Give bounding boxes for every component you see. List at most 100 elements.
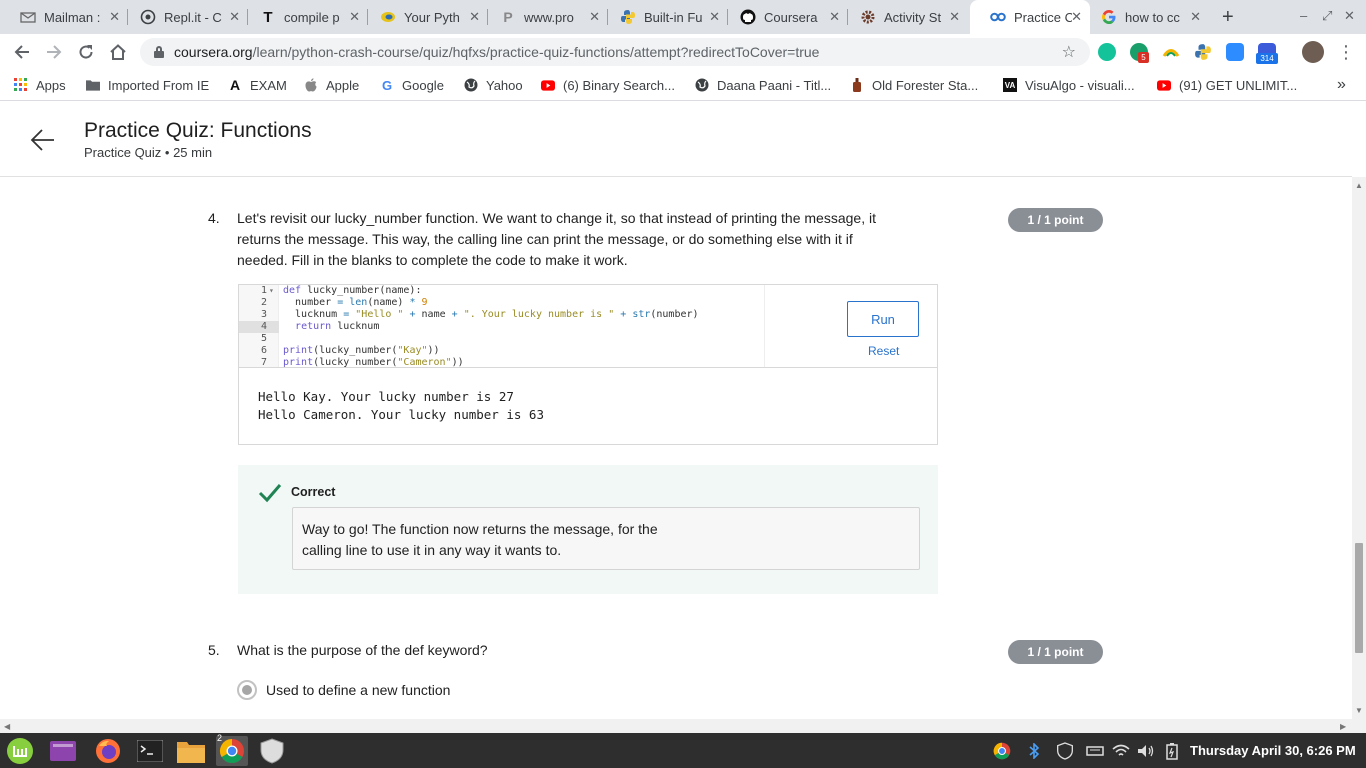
bookmark-imported-from-ie[interactable]: Imported From IE	[86, 76, 209, 94]
apple-icon	[304, 78, 318, 92]
back-arrow-icon[interactable]	[30, 127, 56, 153]
tab-coursera-github[interactable]: Coursera ✕	[720, 0, 848, 34]
gear-icon	[860, 9, 876, 25]
clock[interactable]: Thursday April 30, 6:26 PM	[1190, 743, 1356, 758]
folder-icon	[86, 78, 100, 92]
browser-toolbar: coursera.org/learn/python-crash-course/q…	[0, 34, 1366, 70]
restore-button[interactable]: ⤢	[1322, 8, 1332, 24]
bookmark-get-unlimited[interactable]: (91) GET UNLIMIT...	[1157, 76, 1297, 94]
scroll-left-arrow-icon: ◀	[4, 722, 11, 731]
bookmark-exam[interactable]: A EXAM	[228, 76, 287, 94]
tab-replit[interactable]: Repl.it - C ✕	[120, 0, 248, 34]
tab-built-in-functions[interactable]: Built-in Fu ✕	[600, 0, 728, 34]
minimize-button[interactable]: –	[1300, 8, 1307, 23]
apps-grid-icon	[14, 78, 28, 92]
reset-link[interactable]: Reset	[868, 344, 899, 358]
globe-icon	[464, 78, 478, 92]
close-icon[interactable]: ✕	[589, 9, 600, 25]
bookmark-label: Apple	[326, 77, 360, 93]
close-icon[interactable]: ✕	[229, 9, 240, 25]
calendar-extension-icon[interactable]: 314	[1256, 43, 1278, 64]
bookmark-label: VisuAlgo - visuali...	[1025, 77, 1135, 93]
python-ball-icon	[380, 9, 396, 25]
url-host: coursera.org	[174, 44, 253, 60]
tab-compile[interactable]: T compile p ✕	[240, 0, 368, 34]
radio-selected-dot	[242, 685, 252, 695]
google-icon: G	[381, 77, 393, 93]
new-tab-button[interactable]: +	[1222, 6, 1234, 29]
google-icon	[1101, 9, 1117, 25]
home-button[interactable]	[106, 40, 130, 64]
tab-www-pro[interactable]: P www.pro ✕	[480, 0, 608, 34]
coursera-page: Practice Quiz: Functions Practice Quiz •…	[0, 101, 1366, 719]
forward-button[interactable]	[42, 40, 66, 64]
python-extension-icon[interactable]	[1194, 43, 1212, 61]
feedback-line: calling line to use it in any way it wan…	[302, 542, 562, 558]
grammarly-icon[interactable]	[1098, 43, 1116, 61]
tab-mailman[interactable]: Mailman : ✕	[0, 0, 128, 34]
answer-option-label: Used to define a new function	[266, 682, 451, 698]
points-badge: 1 / 1 point	[1008, 640, 1103, 664]
chrome-tray-icon[interactable]	[993, 742, 1011, 760]
tab-how-to[interactable]: how to cc ✕	[1081, 0, 1209, 34]
bookmarks-overflow-button[interactable]: »	[1337, 76, 1346, 94]
network-icon[interactable]	[1086, 742, 1104, 760]
close-icon[interactable]: ✕	[949, 9, 960, 25]
tab-label: Repl.it - C	[164, 9, 222, 25]
zoom-extension-icon[interactable]	[1226, 43, 1244, 61]
close-icon[interactable]: ✕	[109, 9, 120, 25]
terminal-icon[interactable]	[135, 736, 165, 766]
close-icon[interactable]: ✕	[709, 9, 720, 25]
bookmark-apple[interactable]: Apple	[304, 76, 359, 94]
youtube-icon	[541, 78, 555, 92]
back-button[interactable]	[10, 40, 34, 64]
avatar[interactable]	[1302, 41, 1324, 63]
bookmark-label: Old Forester Sta...	[872, 77, 979, 93]
update-shield-icon[interactable]	[1056, 742, 1074, 760]
mint-menu-icon[interactable]	[5, 736, 35, 766]
bookmark-apps[interactable]: Apps	[14, 76, 66, 94]
scrollbar-thumb[interactable]	[1355, 543, 1363, 653]
lock-icon[interactable]	[154, 46, 164, 58]
tab-activity[interactable]: Activity St ✕	[840, 0, 968, 34]
bookmark-daana-paani[interactable]: Daana Paani - Titl...	[695, 76, 831, 94]
question-number: 5.	[208, 642, 220, 658]
firefox-icon[interactable]	[93, 736, 123, 766]
tab-your-python[interactable]: Your Pyth ✕	[360, 0, 488, 34]
bluetooth-icon[interactable]	[1025, 742, 1043, 760]
bookmark-visualgo[interactable]: VA VisuAlgo - visuali...	[1003, 76, 1135, 94]
horizontal-scrollbar[interactable]: ◀ ▶	[0, 719, 1366, 733]
close-icon[interactable]: ✕	[1190, 9, 1201, 25]
window-close-button[interactable]: ✕	[1344, 8, 1355, 24]
extension-a-icon[interactable]: 5	[1130, 43, 1149, 63]
code-editor[interactable]: 1 ▾ def lucky_number(name): 2 number = len…	[239, 285, 764, 367]
close-icon[interactable]: ✕	[829, 9, 840, 25]
battery-icon[interactable]	[1163, 742, 1181, 760]
files-icon[interactable]	[176, 736, 206, 766]
show-desktop-icon[interactable]	[48, 736, 78, 766]
close-icon[interactable]: ✕	[469, 9, 480, 25]
mailman-icon	[20, 9, 36, 25]
reload-button[interactable]	[74, 40, 98, 64]
bookmark-yahoo[interactable]: Yahoo	[464, 76, 523, 94]
answer-option[interactable]: Used to define a new function	[237, 680, 450, 700]
run-button[interactable]: Run	[847, 301, 919, 337]
volume-icon[interactable]	[1137, 742, 1155, 760]
address-bar[interactable]: coursera.org/learn/python-crash-course/q…	[140, 38, 1090, 66]
bookmark-star-icon[interactable]: ☆	[1062, 42, 1076, 62]
code-output: Hello Kay. Your lucky number is 27 Hello …	[239, 367, 937, 444]
bookmark-binary-search[interactable]: (6) Binary Search...	[541, 76, 675, 94]
bookmark-google[interactable]: G Google	[380, 76, 444, 94]
wifi-icon[interactable]	[1112, 742, 1130, 760]
tab-label: Activity St	[884, 9, 942, 25]
vertical-scrollbar[interactable]: ▲ ▼	[1352, 177, 1366, 719]
radio-button[interactable]	[237, 680, 257, 700]
bookmark-old-forester[interactable]: Old Forester Sta...	[850, 76, 978, 94]
kebab-menu-icon[interactable]: ⋮	[1334, 40, 1358, 64]
shield-icon[interactable]	[257, 736, 287, 766]
scroll-up-arrow-icon: ▲	[1355, 181, 1363, 190]
close-icon[interactable]: ✕	[349, 9, 360, 25]
chrome-taskbar-icon[interactable]: 2	[216, 733, 248, 766]
rainbow-extension-icon[interactable]	[1162, 43, 1180, 61]
tab-practice-quiz[interactable]: Practice C ✕	[970, 0, 1090, 34]
